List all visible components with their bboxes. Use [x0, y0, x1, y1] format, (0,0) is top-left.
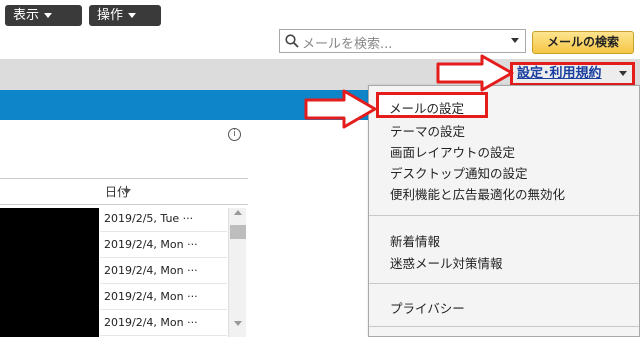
search-icon	[285, 34, 299, 48]
scroll-up-icon[interactable]	[234, 210, 242, 215]
view-menu-label: 表示	[13, 8, 40, 23]
settings-dropdown-menu: メールの設定 テーマの設定 画面レイアウトの設定 デスクトップ通知の設定 便利機…	[368, 85, 640, 337]
search-scope-dropdown-icon[interactable]	[511, 38, 519, 43]
settings-terms-link[interactable]: 設定･利用規約	[510, 62, 635, 86]
menu-item-news[interactable]: 新着情報	[390, 231, 440, 250]
menu-item-mail-settings[interactable]: メールの設定	[389, 98, 464, 117]
message-row-date[interactable]: 2019/2/4, Mon ···	[100, 233, 227, 258]
settings-dropdown-icon[interactable]	[619, 71, 627, 76]
chevron-down-icon	[44, 13, 53, 18]
message-row-date[interactable]: 2019/2/4, Mon ···	[100, 259, 227, 284]
actions-menu-button[interactable]: 操作	[89, 5, 161, 26]
menu-divider	[369, 283, 639, 284]
menu-item-privacy[interactable]: プライバシー	[390, 298, 465, 317]
actions-menu-label: 操作	[97, 8, 124, 23]
menu-divider	[369, 326, 639, 327]
menu-item-layout-settings[interactable]: 画面レイアウトの設定	[390, 142, 515, 161]
menu-item-desktop-notification[interactable]: デスクトップ通知の設定	[390, 163, 528, 182]
divider	[0, 204, 248, 205]
menu-divider	[369, 215, 639, 216]
search-mail-button[interactable]: メールの検索	[532, 31, 634, 54]
arrow-pointer-icon	[436, 54, 514, 92]
settings-terms-label: 設定･利用規約	[517, 66, 602, 81]
list-scrollbar[interactable]	[228, 208, 246, 337]
mail-settings-highlight[interactable]: メールの設定	[376, 92, 488, 118]
arrow-pointer-icon	[304, 89, 377, 129]
menu-item-disable-features-ads[interactable]: 便利機能と広告最適化の無効化	[390, 184, 565, 203]
sort-caret-icon[interactable]	[123, 189, 131, 194]
search-placeholder: メールを検索...	[302, 37, 393, 52]
search-input[interactable]: メールを検索...	[279, 29, 526, 53]
menu-item-spam-info[interactable]: 迷惑メール対策情報	[390, 253, 503, 272]
message-row-date[interactable]: 2019/2/4, Mon ···	[100, 311, 227, 336]
divider	[0, 178, 248, 179]
message-row-date[interactable]: 2019/2/5, Tue ···	[100, 207, 227, 232]
redacted-sender-area	[0, 208, 99, 337]
scroll-thumb[interactable]	[230, 225, 246, 239]
info-icon[interactable]: i	[228, 128, 241, 141]
scroll-down-icon[interactable]	[234, 321, 242, 326]
menu-item-theme-settings[interactable]: テーマの設定	[390, 121, 465, 140]
view-menu-button[interactable]: 表示	[5, 5, 82, 26]
message-row-date[interactable]: 2019/2/4, Mon ···	[100, 285, 227, 310]
chevron-down-icon	[128, 13, 137, 18]
